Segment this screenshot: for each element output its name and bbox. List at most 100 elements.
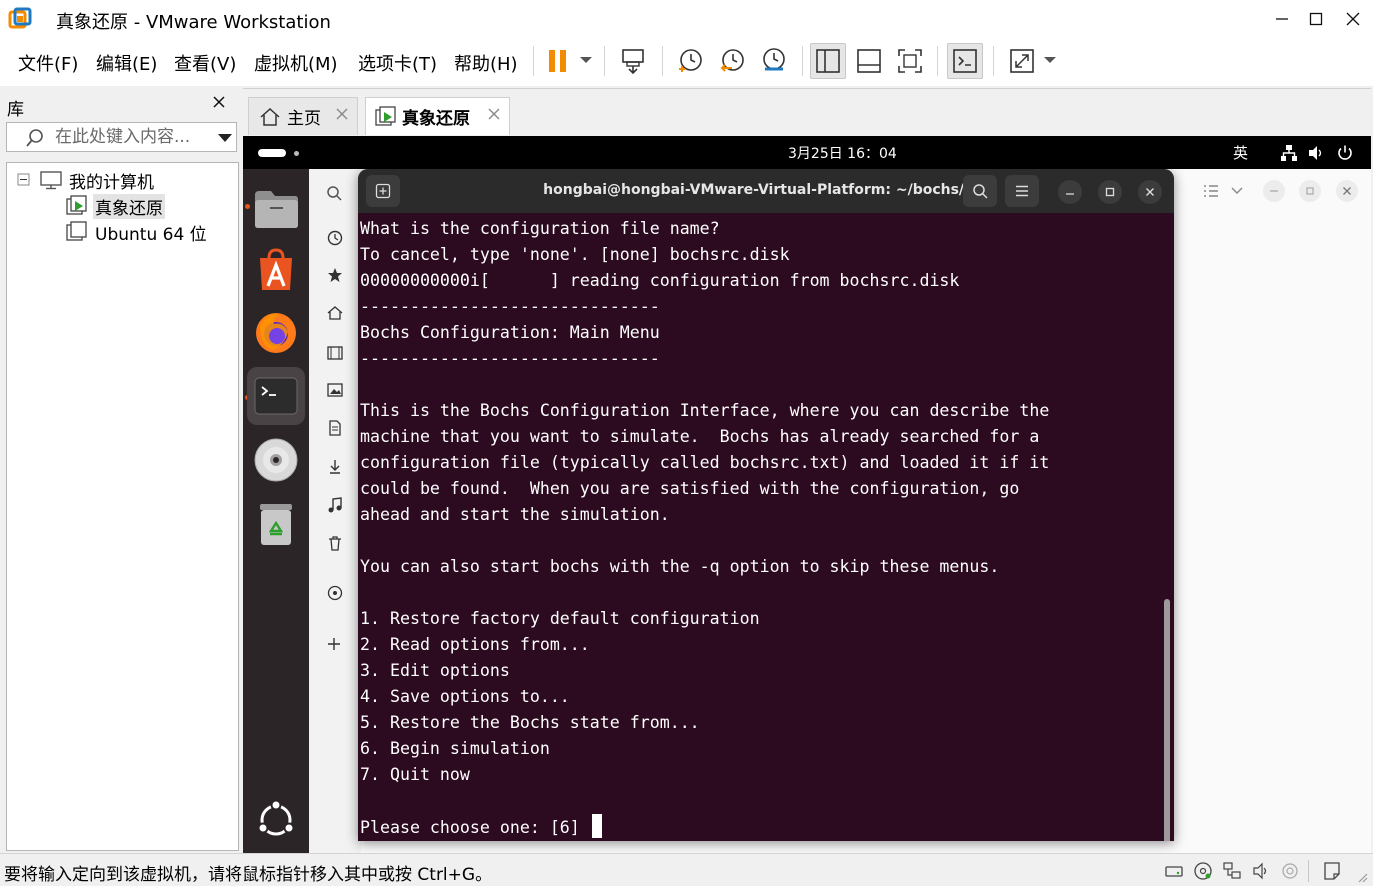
music-icon[interactable] (327, 497, 343, 513)
tab-close-icon[interactable] (335, 107, 349, 121)
list-view-icon[interactable] (1203, 184, 1219, 198)
disc-drive-icon[interactable] (327, 585, 343, 601)
input-method-indicator[interactable]: 英 (1233, 142, 1248, 163)
trash-icon (260, 504, 292, 545)
suspend-button[interactable] (540, 43, 576, 79)
menu-edit[interactable]: 编辑(E) (96, 50, 157, 76)
stretch-dropdown-icon[interactable] (1042, 52, 1058, 68)
terminal-line-text: What is the configuration file name? (360, 219, 720, 238)
terminal-line: Bochs Configuration: Main Menu (360, 320, 1160, 346)
menu-help[interactable]: 帮助(H) (454, 50, 518, 76)
tab-close-icon[interactable] (487, 107, 501, 121)
usb-device-icon[interactable] (1280, 861, 1300, 881)
library-search-input[interactable] (55, 126, 205, 148)
full-screen-button[interactable] (892, 43, 928, 79)
recent-icon[interactable] (327, 230, 343, 246)
message-log-icon[interactable] (1322, 861, 1342, 881)
dock-terminal[interactable] (247, 367, 305, 425)
terminal-line: 1. Restore factory default configuration (360, 606, 1160, 632)
clock[interactable]: 3月25日 16：04 (788, 143, 897, 163)
window-title: 真象还原 - VMware Workstation (56, 12, 331, 33)
resize-grip-icon[interactable] (1355, 870, 1369, 884)
show-thumbnail-bar-button[interactable] (851, 43, 887, 79)
library-search (6, 122, 237, 152)
tree-item-vm-ubuntu[interactable]: Ubuntu 64 位 (65, 220, 209, 245)
close-icon (1343, 187, 1351, 195)
vm-display[interactable]: 3月25日 16：04 英 hongbai@hongbai-VMware-Vir… (243, 136, 1371, 853)
search-icon[interactable] (326, 185, 342, 201)
search-dropdown-icon[interactable] (217, 132, 233, 144)
sound-card-icon[interactable] (1251, 861, 1271, 881)
dock-dvd[interactable] (247, 431, 305, 489)
chevron-down-icon[interactable] (1231, 187, 1243, 195)
terminal-line: To cancel, type 'none'. [none] bochsrc.d… (360, 242, 1160, 268)
cd-dvd-icon[interactable] (1193, 861, 1213, 881)
documents-icon[interactable] (327, 420, 343, 436)
menu-file[interactable]: 文件(F) (18, 50, 78, 76)
terminal-line-text: machine that you want to simulate. Bochs… (360, 427, 1040, 446)
starred-icon[interactable] (327, 267, 343, 283)
dvd-disc-icon (254, 438, 298, 482)
show-library-button[interactable] (810, 43, 846, 79)
library-close-button[interactable] (212, 94, 226, 113)
videos-icon[interactable] (327, 345, 343, 361)
terminal-icon (254, 377, 298, 415)
dock-files[interactable] (247, 179, 305, 237)
terminal-maximize-button[interactable] (1098, 180, 1122, 204)
maximize-button[interactable] (1296, 0, 1336, 38)
suspend-dropdown-icon[interactable] (578, 52, 594, 68)
terminal-menu-button[interactable] (1005, 175, 1039, 207)
terminal-line: You can also start bochs with the -q opt… (360, 554, 1160, 580)
terminal-line: 2. Read options from... (360, 632, 1160, 658)
volume-icon[interactable] (1307, 144, 1325, 162)
full-screen-icon (898, 49, 922, 73)
console-view-button[interactable] (947, 43, 983, 79)
dock-show-apps[interactable] (247, 791, 305, 849)
terminal-window[interactable]: hongbai@hongbai-VMware-Virtual-Platform:… (358, 169, 1174, 841)
send-ctrl-alt-del-button[interactable] (616, 43, 652, 79)
terminal-scrollbar[interactable] (1164, 599, 1170, 841)
downloads-icon[interactable] (327, 459, 343, 475)
terminal-search-button[interactable] (963, 175, 997, 207)
close-button[interactable] (1333, 0, 1373, 38)
terminal-output[interactable]: What is the configuration file name? To c… (360, 216, 1160, 840)
bg-maximize-button[interactable] (1299, 180, 1321, 202)
trash-small-icon[interactable] (327, 535, 343, 551)
revert-snapshot-button[interactable] (714, 43, 750, 79)
activities-indicator[interactable] (258, 149, 286, 157)
plus-icon[interactable] (327, 637, 341, 651)
terminal-line-text: 4. Save options to... (360, 687, 570, 706)
terminal-close-button[interactable] (1138, 180, 1162, 204)
home-folder-icon[interactable] (327, 305, 343, 321)
take-snapshot-button[interactable] (672, 43, 708, 79)
terminal-line: machine that you want to simulate. Bochs… (360, 424, 1160, 450)
minimize-icon (1270, 190, 1278, 192)
snapshot-manager-button[interactable] (756, 43, 792, 79)
power-icon[interactable] (1336, 144, 1354, 162)
dock-app-center[interactable] (247, 241, 305, 299)
dock-firefox[interactable] (247, 303, 305, 361)
menu-vm[interactable]: 虚拟机(M) (254, 50, 338, 76)
pictures-icon[interactable] (327, 382, 343, 398)
tree-item-vm-zhenxiang[interactable]: 真象还原 (65, 193, 165, 219)
tab-vm[interactable]: 真象还原 (365, 97, 510, 135)
hard-disk-icon[interactable] (1164, 861, 1184, 881)
tab-home[interactable]: 主页 (248, 97, 358, 135)
terminal-line-text: ahead and start the simulation. (360, 505, 670, 524)
terminal-line: ------------------------------ (360, 294, 1160, 320)
minimize-icon (1066, 193, 1074, 195)
search-icon (973, 184, 988, 199)
stretch-guest-button[interactable] (1004, 43, 1040, 79)
bg-close-button[interactable] (1336, 180, 1358, 202)
tree-item-my-computer[interactable]: 我的计算机 (17, 168, 156, 193)
dock-trash[interactable] (247, 495, 305, 553)
terminal-minimize-button[interactable] (1058, 180, 1082, 204)
menu-view[interactable]: 查看(V) (174, 50, 236, 76)
network-adapter-icon[interactable] (1222, 861, 1242, 881)
keyboard-send-icon (622, 49, 644, 74)
collapse-icon[interactable] (17, 173, 31, 187)
network-icon[interactable] (1280, 144, 1298, 162)
menu-tabs[interactable]: 选项卡(T) (358, 50, 437, 76)
bg-minimize-button[interactable] (1263, 180, 1285, 202)
